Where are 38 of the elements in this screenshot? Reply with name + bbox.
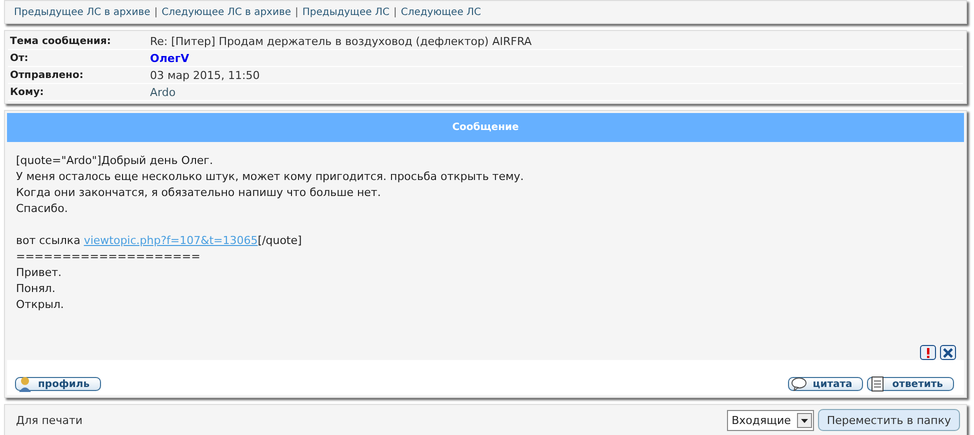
message-line: У меня осталось еще несколько штук, может кому пригодится. просьба открыть тему. — [16, 169, 525, 185]
nav-link[interactable]: Следующее ЛС — [400, 6, 482, 18]
separator: | — [154, 6, 158, 18]
message-line: Спасибо. — [16, 201, 69, 217]
message-line: Когда они закончатся, я обязательно напишу что больше нет. — [16, 185, 382, 201]
field-value: Ardo — [150, 86, 176, 98]
message-line: [quote="Ardo"]Добрый день Олег. — [16, 153, 214, 169]
folder-select[interactable]: Входящие — [726, 410, 814, 430]
report-button[interactable] — [920, 345, 936, 360]
close-icon — [943, 348, 953, 358]
message-line: Открыл. — [16, 297, 65, 313]
quote-button[interactable]: цитата — [788, 377, 864, 391]
separator: | — [393, 6, 397, 18]
message-line: ==================== — [16, 249, 202, 265]
nav-link[interactable]: Предыдущее ЛС — [302, 6, 390, 18]
field-label: Тема сообщения: — [9, 36, 112, 46]
message-text: [/quote] — [258, 234, 302, 247]
document-icon — [870, 376, 886, 392]
delete-button[interactable] — [940, 345, 956, 360]
message-header: Сообщение — [7, 113, 964, 142]
user-icon — [18, 376, 32, 392]
field-label: Кому: — [9, 86, 45, 98]
nav-link[interactable]: Следующее ЛС в архиве — [162, 6, 292, 18]
separator: | — [295, 6, 298, 18]
message-line: Привет. — [16, 265, 63, 281]
message-line: Понял. — [16, 281, 56, 297]
field-label: От: — [9, 52, 30, 64]
field-value: Re: [Питер] Продам держатель в воздуховод (дефлектор) AIRFRA — [150, 34, 532, 48]
message-text: вот ссылка — [16, 234, 80, 247]
author-link[interactable]: ОлегV — [150, 52, 190, 64]
profile-button[interactable]: профиль — [15, 377, 101, 391]
field-value: 03 мар 2015, 11:50 — [150, 68, 260, 82]
speech-bubble-icon — [790, 377, 807, 391]
nav-link[interactable]: Предыдущее ЛС в архиве — [14, 6, 150, 18]
print-link[interactable]: Для печати — [16, 414, 82, 426]
reply-button[interactable]: ответить — [867, 377, 954, 391]
field-label: Отправлено: — [9, 70, 84, 80]
move-button[interactable]: Переместить в папку — [818, 409, 960, 431]
